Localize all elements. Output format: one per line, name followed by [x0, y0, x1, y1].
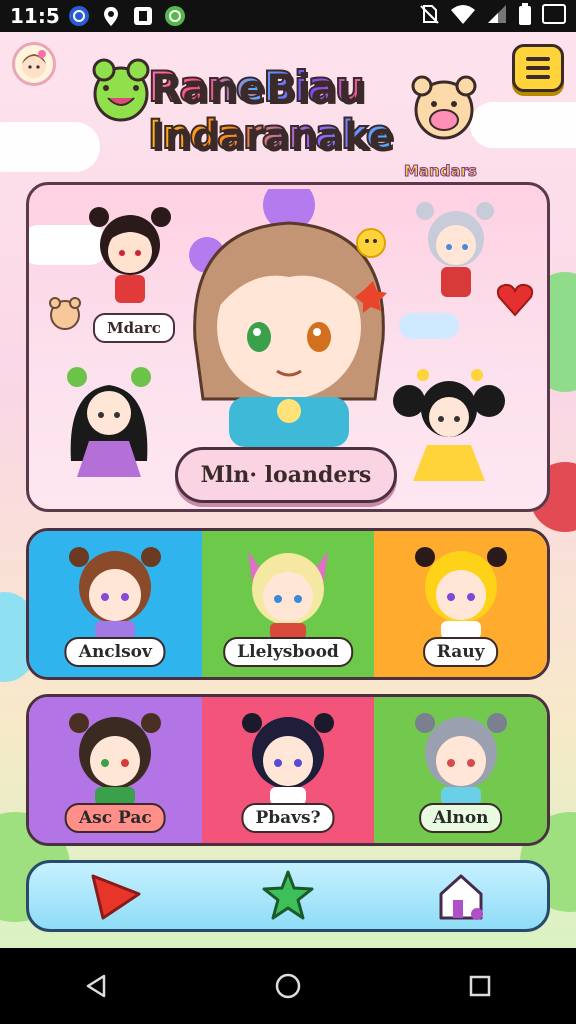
bear-mascot-icon	[411, 75, 477, 140]
character-tag: Mdarc	[93, 313, 175, 343]
nav-home-button[interactable]	[426, 866, 496, 926]
screen-icon	[542, 3, 566, 29]
featured-character-card[interactable]: Mdarc Mln· loanders	[26, 182, 550, 512]
chibi-character-top-left[interactable]	[85, 203, 175, 313]
nav-star-button[interactable]	[253, 866, 323, 926]
location-icon	[100, 5, 122, 27]
main-character-button[interactable]: Mln· loanders	[175, 447, 397, 503]
chibi-navy-hair	[242, 713, 334, 805]
character-name: Llelysbood	[223, 637, 353, 667]
home-circle-icon	[275, 973, 301, 999]
system-recents-button[interactable]	[450, 956, 510, 1016]
character-name: Pbavs?	[241, 803, 335, 833]
chibi-brown-hair	[69, 547, 162, 639]
character-grid-row-1: Anclsov Llelysbood Rauy	[26, 528, 550, 680]
header: RaneBiau Indaranake Mandars	[0, 32, 576, 181]
nav-play-button[interactable]	[80, 866, 150, 926]
frog-mascot-icon	[92, 58, 150, 122]
teddy-ornament-icon	[49, 297, 81, 330]
title-subtitle: Mandars	[404, 162, 478, 181]
back-icon	[86, 974, 106, 998]
character-card[interactable]: Pbavs?	[201, 697, 375, 843]
system-home-button[interactable]	[258, 956, 318, 1016]
status-time: 11:5	[10, 4, 60, 28]
sun-icon	[356, 228, 386, 258]
no-sim-icon	[418, 3, 440, 29]
character-card[interactable]: Anclsov	[29, 531, 202, 677]
home-icon	[439, 874, 483, 920]
wifi-icon	[450, 3, 476, 29]
chibi-grey-hair	[414, 713, 507, 805]
menu-button[interactable]	[512, 44, 564, 92]
character-name: Alnon	[418, 803, 503, 833]
chibi-character-top-right[interactable]	[413, 199, 499, 309]
character-name: Rauy	[422, 637, 499, 667]
system-back-button[interactable]	[66, 956, 126, 1016]
title-line-2: Indaranake	[147, 111, 394, 159]
system-nav-bar	[0, 948, 576, 1024]
card-cloud	[399, 313, 459, 339]
character-grid-row-2: Asc Pac Pbavs? Alnon	[26, 694, 550, 846]
character-name: Asc Pac	[64, 803, 166, 833]
bottom-nav-bar	[26, 860, 550, 932]
game-icon	[164, 5, 186, 27]
chibi-character-bottom-left[interactable]	[61, 361, 157, 491]
play-icon	[91, 874, 141, 920]
signal-icon	[486, 3, 508, 29]
app-screen: RaneBiau Indaranake Mandars Mdarc Mln· l…	[0, 32, 576, 948]
battery-icon	[518, 2, 532, 30]
hamburger-icon-line	[526, 66, 550, 70]
character-card[interactable]: Alnon	[374, 697, 547, 843]
character-card[interactable]: Llelysbood	[201, 531, 375, 677]
recents-icon	[469, 975, 491, 997]
status-bar: 11:5	[0, 0, 576, 32]
avatar-icon	[22, 50, 46, 78]
chibi-blonde-hair	[248, 551, 328, 639]
avatar-button[interactable]	[12, 42, 56, 86]
character-card[interactable]: Rauy	[374, 531, 547, 677]
star-icon	[262, 870, 314, 920]
title-line-1: RaneBiau	[147, 61, 366, 112]
chibi-yellow-hair	[414, 547, 507, 639]
app-icon	[132, 5, 154, 27]
hamburger-icon-line	[526, 75, 550, 79]
hamburger-icon	[526, 57, 550, 61]
heart-icon	[496, 283, 534, 317]
character-card[interactable]: Asc Pac	[29, 697, 202, 843]
sync-icon	[68, 5, 90, 27]
chibi-dark-hair	[69, 713, 162, 805]
character-name: Anclsov	[64, 637, 166, 667]
chibi-character-bottom-right[interactable]	[389, 365, 509, 495]
